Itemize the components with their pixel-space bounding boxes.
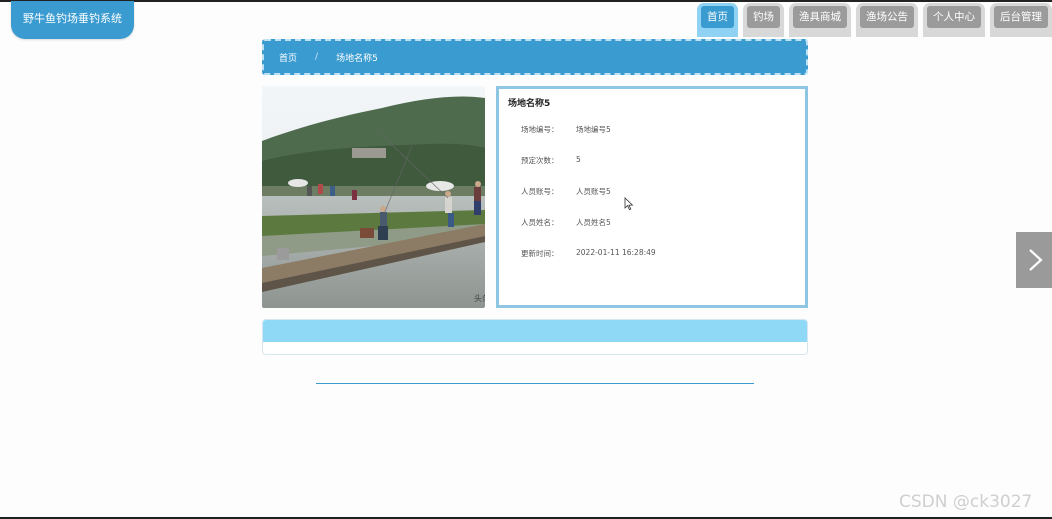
nav-label: 渔场公告 — [860, 6, 914, 28]
venue-photo: 头条 — [262, 86, 485, 308]
field-staff-account: 人员账号： 人员账号5 — [521, 186, 611, 197]
nav-label: 钓场 — [747, 6, 780, 28]
field-label: 场地编号： — [521, 125, 559, 134]
field-label: 预定次数： — [521, 156, 559, 165]
field-value: 人员账号5 — [576, 187, 611, 196]
nav-home[interactable]: 首页 — [697, 3, 738, 37]
breadcrumb: 首页 / 场地名称5 — [262, 39, 808, 75]
field-venue-number: 场地编号： 场地编号5 — [521, 124, 611, 135]
mouse-pointer-icon — [624, 197, 634, 211]
main-nav: 首页 钓场 渔具商城 渔场公告 个人中心 后台管理 — [692, 3, 1052, 37]
site-logo-title[interactable]: 野牛鱼钓场垂钓系统 — [11, 1, 134, 39]
field-booking-count: 预定次数： 5 — [521, 155, 581, 166]
nav-label: 个人中心 — [927, 6, 981, 28]
nav-label: 后台管理 — [994, 6, 1048, 28]
content-divider — [316, 383, 754, 384]
breadcrumb-separator: / — [315, 52, 319, 62]
watermark: CSDN @ck3027 — [899, 492, 1033, 512]
field-label: 人员姓名： — [521, 218, 559, 227]
nav-label: 首页 — [701, 6, 734, 28]
field-value: 5 — [576, 155, 581, 164]
next-slide-button[interactable] — [1016, 232, 1052, 288]
nav-label: 渔具商城 — [793, 6, 847, 28]
field-label: 更新时间： — [521, 249, 559, 258]
photo-corner-text: 头条 — [474, 293, 485, 303]
field-label: 人员账号： — [521, 187, 559, 196]
nav-fishing-spots[interactable]: 钓场 — [743, 3, 784, 37]
panel-header-bar — [263, 320, 807, 342]
detail-content-panel — [262, 319, 808, 355]
nav-announcements[interactable]: 渔场公告 — [856, 3, 918, 37]
nav-tackle-shop[interactable]: 渔具商城 — [789, 3, 851, 37]
nav-personal-center[interactable]: 个人中心 — [923, 3, 985, 37]
field-value: 2022-01-11 16:28:49 — [576, 248, 656, 257]
field-updated-time: 更新时间： 2022-01-11 16:28:49 — [521, 248, 656, 259]
chevron-right-icon — [1029, 249, 1043, 271]
top-border — [0, 0, 1052, 2]
breadcrumb-current: 场地名称5 — [336, 53, 378, 64]
field-staff-name: 人员姓名： 人员姓名5 — [521, 217, 611, 228]
field-value: 场地编号5 — [576, 125, 611, 134]
venue-title: 场地名称5 — [508, 99, 551, 109]
nav-admin[interactable]: 后台管理 — [990, 3, 1052, 37]
field-value: 人员姓名5 — [576, 218, 611, 227]
breadcrumb-home[interactable]: 首页 — [279, 51, 297, 64]
venue-detail-card: 场地名称5 场地编号： 场地编号5 预定次数： 5 人员账号： 人员账号5 人员… — [496, 86, 808, 308]
